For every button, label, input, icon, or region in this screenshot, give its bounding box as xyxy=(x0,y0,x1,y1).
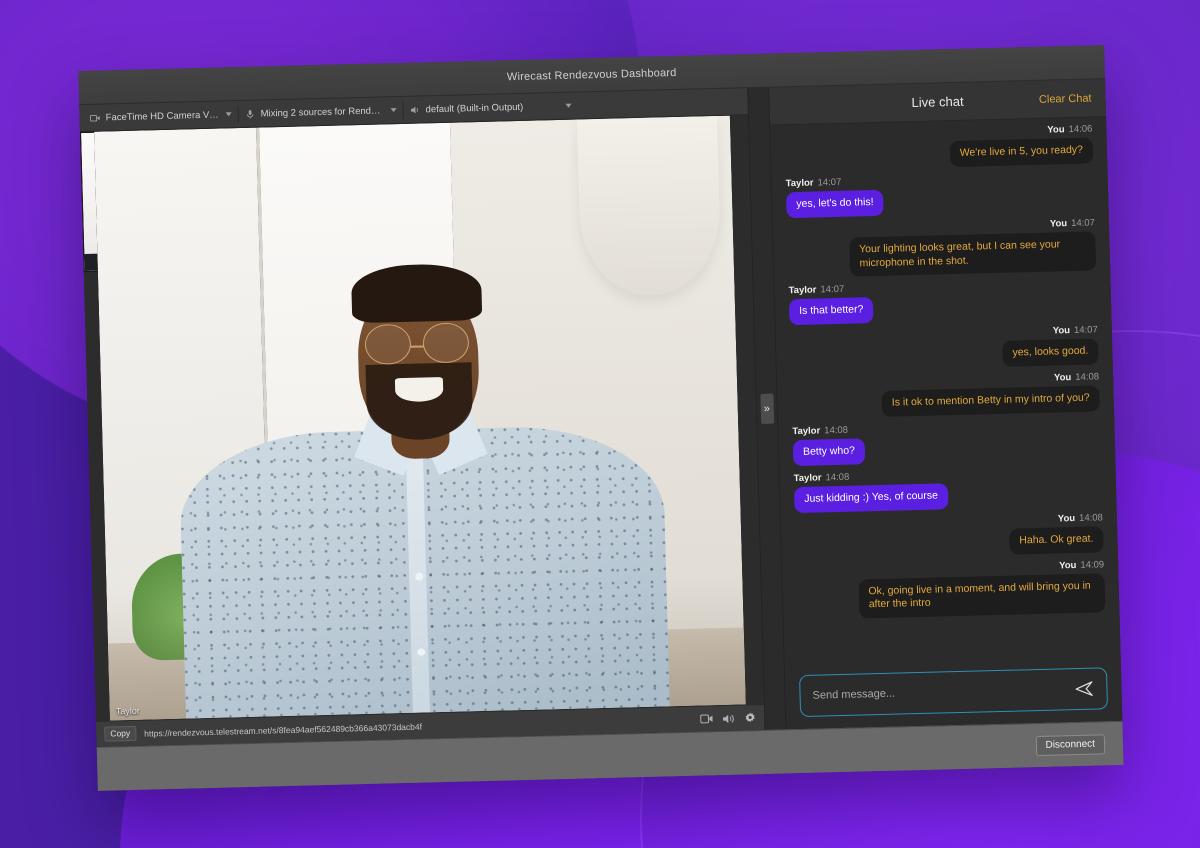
chat-composer[interactable]: Send message... xyxy=(799,667,1109,718)
clear-chat-button[interactable]: Clear Chat xyxy=(1039,92,1092,105)
collapse-chat-handle[interactable]: » xyxy=(759,393,774,424)
main-video-feed[interactable]: Taylor xyxy=(94,115,746,721)
toolbar-divider xyxy=(237,105,239,123)
chat-message-author: You xyxy=(1049,217,1068,230)
chat-composer-wrap: Send message... xyxy=(785,659,1123,729)
video-source-label: FaceTime HD Camera Video xyxy=(105,109,221,123)
chat-message-meta: Taylor 14:07 xyxy=(786,177,842,189)
chat-message-author: You xyxy=(1052,325,1071,337)
chat-message-author: Taylor xyxy=(793,472,822,485)
chat-message-bubble: yes, let's do this! xyxy=(785,189,884,218)
chat-message-author: Taylor xyxy=(788,284,817,297)
chat-message-author: You xyxy=(1057,512,1076,525)
chat-message: You 14:07 Your lighting looks great, but I… xyxy=(787,217,1097,278)
stage-status-icons xyxy=(700,711,756,725)
chevron-down-icon xyxy=(565,103,572,108)
chat-message-meta: You 14:07 xyxy=(1050,217,1095,229)
chat-panel: Live chat Clear Chat You 14:06 We're live … xyxy=(769,79,1123,730)
chat-message-meta: Taylor 14:08 xyxy=(794,472,850,484)
chat-message-time: 14:06 xyxy=(1068,123,1093,136)
chat-message-bubble: Your lighting looks great, but I can see… xyxy=(848,231,1097,278)
chat-message-meta: You 14:08 xyxy=(1054,372,1099,384)
chat-message: You 14:07 yes, looks good. xyxy=(790,325,1099,373)
chat-message-bubble: Is it ok to mention Betty in my intro of… xyxy=(881,385,1101,417)
chat-message-time: 14:08 xyxy=(1075,371,1100,384)
chat-message-time: 14:08 xyxy=(1078,512,1104,524)
session-url[interactable]: https://rendezvous.telestream.net/s/8fea… xyxy=(144,721,422,738)
chat-message-bubble: Haha. Ok great. xyxy=(1009,526,1104,555)
video-stage-panel: FaceTime HD Camera Video Mixing 2 source… xyxy=(79,88,765,747)
chat-message-author: You xyxy=(1047,124,1065,136)
main-person xyxy=(174,235,670,719)
chat-message-time: 14:07 xyxy=(820,284,845,296)
audio-output-select[interactable]: default (Built-in Output) xyxy=(405,96,575,119)
chat-message: Taylor 14:07 Is that better? xyxy=(788,278,1097,326)
chat-message-bubble: We're live in 5, you ready? xyxy=(949,137,1094,167)
send-paper-plane-icon[interactable] xyxy=(1074,679,1095,699)
chat-message: You 14:09 Ok, going live in a moment, and … xyxy=(796,559,1106,620)
copy-link-button[interactable]: Copy xyxy=(104,726,137,742)
settings-gear-icon[interactable] xyxy=(744,711,756,724)
chat-message: Taylor 14:08 Betty who? xyxy=(792,418,1101,467)
chat-message-bubble: yes, looks good. xyxy=(1002,338,1099,367)
chat-message-time: 14:07 xyxy=(1070,217,1096,229)
chevron-down-icon xyxy=(390,108,397,113)
app-window: Wirecast Rendezvous Dashboard FaceTime H… xyxy=(78,45,1124,791)
chat-message-time: 14:09 xyxy=(1080,558,1105,571)
audio-output-label: default (Built-in Output) xyxy=(425,101,524,115)
chat-message-input[interactable]: Send message... xyxy=(812,683,1074,702)
toolbar-divider xyxy=(402,101,404,119)
chat-message-author: You xyxy=(1053,372,1072,384)
chat-message: You 14:08 Haha. Ok great. xyxy=(795,512,1104,560)
chat-message-time: 14:08 xyxy=(825,471,850,484)
chat-message: You 14:06 We're live in 5, you ready? xyxy=(784,123,1094,171)
chat-message-meta: Taylor 14:07 xyxy=(788,284,844,296)
chat-message-bubble: Betty who? xyxy=(792,438,866,467)
chat-message: Taylor 14:08 Just kidding :) Yes, of cours… xyxy=(794,465,1103,513)
chat-message-time: 14:07 xyxy=(817,176,842,189)
chat-message-author: Taylor xyxy=(792,425,821,438)
chat-message-meta: You 14:08 xyxy=(1058,512,1103,524)
chat-message-bubble: Is that better? xyxy=(788,297,874,326)
chat-message-meta: You 14:07 xyxy=(1053,325,1098,337)
video-toggle-icon[interactable] xyxy=(700,713,713,724)
audio-mix-select[interactable]: Mixing 2 sources for Rendezvous xyxy=(240,100,400,123)
chat-message-time: 14:08 xyxy=(824,424,849,437)
chat-message-author: You xyxy=(1058,559,1077,572)
camera-icon xyxy=(89,114,100,122)
stage-main: Taylor xyxy=(80,115,764,721)
window-title: Wirecast Rendezvous Dashboard xyxy=(506,66,677,83)
person-hair xyxy=(350,263,483,324)
chat-message: Taylor 14:07 yes, let's do this! xyxy=(786,170,1095,218)
chat-message-author: Taylor xyxy=(785,177,814,190)
audio-toggle-icon[interactable] xyxy=(722,712,735,724)
participant-name-tag: Taylor xyxy=(115,705,140,717)
chat-message-meta: You 14:06 xyxy=(1047,123,1092,135)
audio-mix-label: Mixing 2 sources for Rendezvous xyxy=(260,104,386,120)
chat-message-bubble: Just kidding :) Yes, of course xyxy=(793,483,949,513)
chat-message-time: 14:07 xyxy=(1073,324,1098,337)
speaker-icon xyxy=(410,106,418,114)
chat-message-bubble: Ok, going live in a moment, and will bri… xyxy=(858,572,1106,619)
chat-message: You 14:08 Is it ok to mention Betty in my … xyxy=(791,372,1101,420)
video-source-select[interactable]: FaceTime HD Camera Video xyxy=(85,105,235,128)
chevron-down-icon xyxy=(225,112,232,117)
microphone-icon xyxy=(246,109,254,118)
disconnect-button[interactable]: Disconnect xyxy=(1035,733,1106,756)
chat-message-meta: You 14:09 xyxy=(1059,559,1104,571)
chat-message-list[interactable]: You 14:06 We're live in 5, you ready? Taylo… xyxy=(770,117,1121,667)
chat-message-meta: Taylor 14:08 xyxy=(792,425,848,437)
